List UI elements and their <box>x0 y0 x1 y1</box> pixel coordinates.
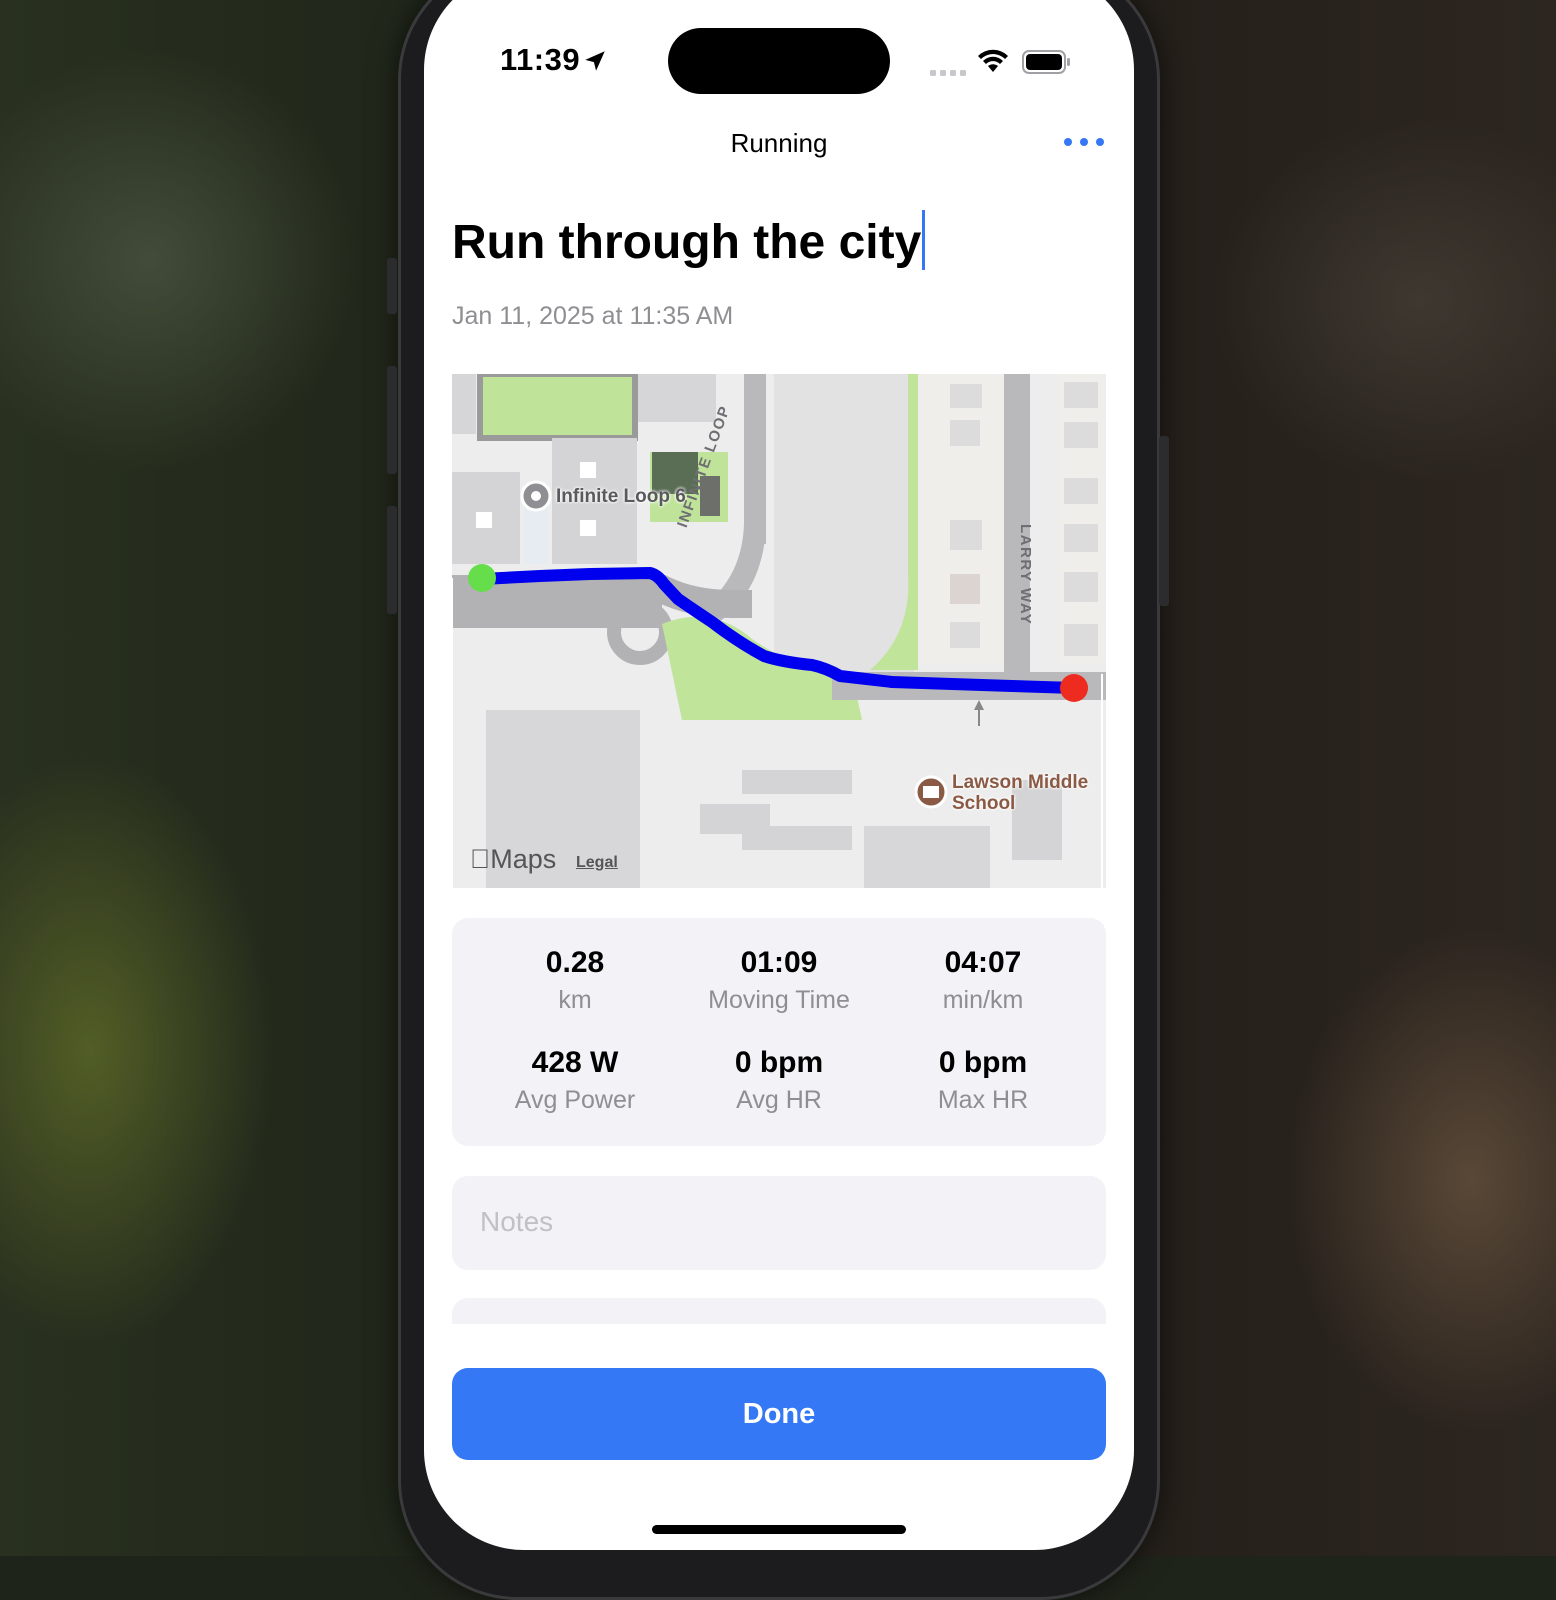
stat-avg-power: 428 W Avg Power <box>466 1046 684 1115</box>
stat-value: 04:07 <box>944 946 1022 979</box>
activity-title-input[interactable]: Run through the city <box>452 210 926 270</box>
poi-infinite-loop[interactable]: Infinite Loop 6 <box>556 486 686 508</box>
stat-max-hr: 0 bpm Max HR <box>874 1046 1092 1115</box>
maps-attribution-text: Maps <box>470 844 556 874</box>
stat-label: min/km <box>942 986 1024 1014</box>
nav-title: Running <box>730 128 828 158</box>
dynamic-island <box>668 28 890 94</box>
battery-icon <box>1022 50 1070 74</box>
wifi-icon <box>978 49 1008 72</box>
stat-value: 428 W <box>531 1046 619 1079</box>
legal-link[interactable]: Legal <box>576 854 618 872</box>
stat-pace: 04:07 min/km <box>874 946 1092 1015</box>
stat-label: km <box>558 986 592 1014</box>
activity-date: Jan 11, 2025 at 11:35 AM <box>452 302 734 330</box>
action-button <box>387 258 397 314</box>
location-arrow-icon <box>585 51 605 71</box>
cellular-signal-icon <box>930 70 966 76</box>
stat-moving-time: 01:09 Moving Time <box>670 946 888 1015</box>
apple-maps-attribution: Maps <box>470 844 556 875</box>
stats-panel: 0.28 km 01:09 Moving Time 04:07 min/km 4… <box>452 918 1106 1146</box>
poi-lawson-middle-school[interactable]: Lawson Middle School <box>952 772 1088 814</box>
apple-logo-icon:  <box>470 844 490 874</box>
poi-school-line1: Lawson Middle <box>952 772 1089 793</box>
stat-label: Moving Time <box>708 986 850 1014</box>
stat-value: 01:09 <box>740 946 818 979</box>
app-screen: 11:39 Running Run through the city Jan 1… <box>424 0 1134 1550</box>
home-indicator[interactable] <box>652 1525 906 1534</box>
stat-avg-hr: 0 bpm Avg HR <box>670 1046 888 1115</box>
route-start-marker <box>468 564 496 592</box>
route-end-marker <box>1060 674 1088 702</box>
stat-label: Max HR <box>937 1086 1029 1114</box>
stat-label: Avg Power <box>514 1086 636 1114</box>
notes-placeholder: Notes <box>480 1206 554 1237</box>
more-options-button[interactable] <box>1062 134 1106 150</box>
status-time: 11:39 <box>500 42 581 77</box>
done-button[interactable]: Done <box>452 1368 1106 1460</box>
notes-field[interactable]: Notes <box>452 1176 1106 1270</box>
route-map[interactable]: Infinite Loop 6 INFINITE LOOP LARRY WAY … <box>452 374 1106 888</box>
stat-value: 0.28 <box>545 946 605 979</box>
activity-title-text: Run through the city <box>452 216 922 269</box>
stat-value: 0 bpm <box>734 1046 824 1079</box>
power-button <box>1159 436 1169 606</box>
poi-school-line2: School <box>952 793 1016 814</box>
additional-section <box>452 1298 1106 1324</box>
text-caret <box>922 210 926 270</box>
stat-value: 0 bpm <box>938 1046 1028 1079</box>
stat-distance: 0.28 km <box>466 946 684 1015</box>
street-label-larry-way: LARRY WAY <box>1017 524 1034 626</box>
volume-down-button <box>387 506 397 614</box>
volume-up-button <box>387 366 397 474</box>
stat-label: Avg HR <box>736 1086 822 1114</box>
